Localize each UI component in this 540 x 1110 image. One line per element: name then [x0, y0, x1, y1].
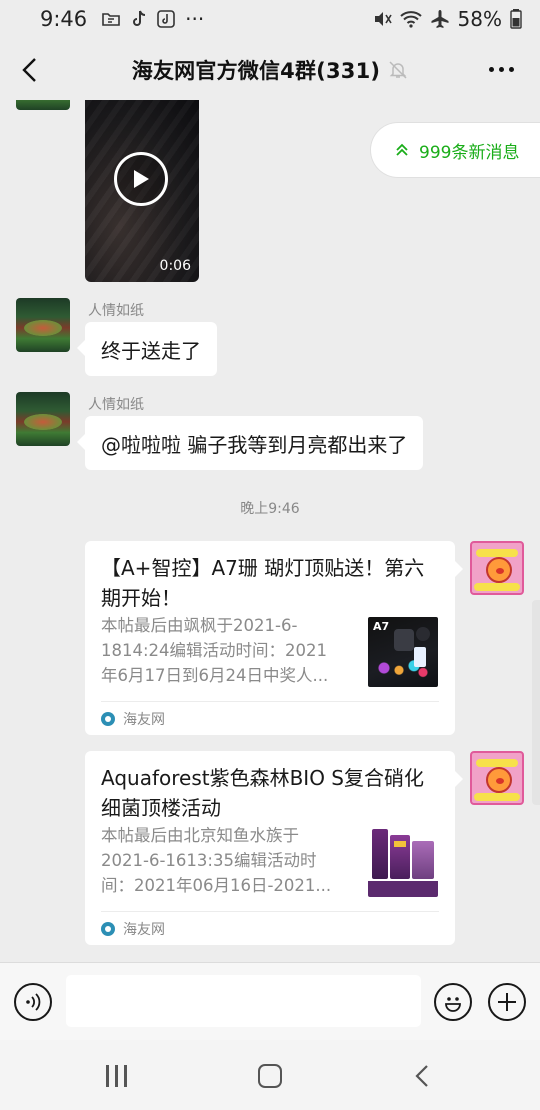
- card-thumbnail: [368, 827, 438, 897]
- voice-button[interactable]: [14, 983, 52, 1021]
- video-duration: 0:06: [159, 258, 191, 274]
- new-messages-label: 999条新消息: [419, 142, 520, 163]
- card-title: 【A+智控】A7珊 瑚灯顶贴送！第六期开始！: [101, 556, 425, 610]
- more-options-button[interactable]: [484, 54, 518, 84]
- emoji-button[interactable]: [434, 983, 472, 1021]
- message-text: @啦啦啦 骗子我等到月亮都出来了: [101, 432, 408, 457]
- more-horizontal-icon: [488, 66, 494, 72]
- status-bar: 9:46 ··· 58%: [0, 0, 540, 38]
- tiktok-square-icon: [157, 10, 175, 28]
- wifi-icon: [399, 10, 422, 28]
- new-messages-button[interactable]: 999条新消息: [371, 123, 540, 177]
- back-button[interactable]: [14, 52, 44, 88]
- folder-icon: [101, 10, 121, 28]
- source-logo-icon: [101, 712, 115, 726]
- status-right: 58%: [372, 7, 522, 31]
- card-description: 本帖最后由北京知鱼水族于 2021-6-1613:35编辑活动时 间：2021年…: [101, 826, 332, 895]
- source-name: 海友网: [123, 712, 165, 728]
- divider: [101, 701, 439, 702]
- card-thumbnail: A7: [368, 617, 438, 687]
- chat-area[interactable]: 0:06 999条新消息 人情如纸 终于送走了 人情如纸 @啦啦啦 骗子我等到月…: [0, 100, 540, 962]
- recent-apps-icon[interactable]: [106, 1065, 132, 1087]
- chevron-left-icon: [22, 58, 36, 82]
- more-dots-icon: ···: [185, 7, 205, 31]
- link-card[interactable]: Aquaforest紫色森林BIO S复合硝化细菌顶楼活动 本帖最后由北京知鱼水…: [85, 751, 463, 945]
- card-description: 本帖最后由飒枫于2021-6- 1814:24编辑活动时间：2021 年6月17…: [101, 616, 329, 685]
- avatar[interactable]: [470, 751, 524, 805]
- time-separator: 晚上9:46: [240, 501, 300, 517]
- card-title: Aquaforest紫色森林BIO S复合硝化细菌顶楼活动: [101, 766, 424, 820]
- chat-title[interactable]: 海友网官方微信4群(331): [132, 55, 380, 85]
- play-icon[interactable]: [114, 152, 168, 206]
- source-logo-icon: [101, 922, 115, 936]
- video-message[interactable]: 0:06: [85, 100, 199, 282]
- tiktok-icon: [131, 10, 147, 28]
- card-source: 海友网: [101, 919, 165, 939]
- avatar[interactable]: [470, 541, 524, 595]
- message-bubble[interactable]: @啦啦啦 骗子我等到月亮都出来了: [76, 416, 424, 470]
- input-bar: [0, 962, 540, 1040]
- sender-name: 人情如纸: [88, 397, 144, 413]
- plus-button[interactable]: [488, 983, 526, 1021]
- mute-icon: [372, 9, 392, 29]
- card-source: 海友网: [101, 709, 165, 729]
- message-input[interactable]: [66, 975, 421, 1027]
- link-card[interactable]: 【A+智控】A7珊 瑚灯顶贴送！第六期开始！ 本帖最后由飒枫于2021-6- 1…: [85, 541, 463, 735]
- status-left-icons: ···: [101, 7, 204, 31]
- avatar[interactable]: [16, 298, 70, 352]
- chat-header: 海友网官方微信4群(331): [0, 40, 540, 100]
- bell-off-icon: [388, 60, 408, 80]
- battery-percent: 58%: [457, 7, 502, 31]
- message-bubble[interactable]: 终于送走了: [77, 322, 217, 376]
- plus-circle-icon: [498, 993, 516, 1011]
- home-icon[interactable]: [258, 1064, 282, 1088]
- divider: [101, 911, 439, 912]
- battery-icon: [510, 9, 522, 29]
- airplane-icon: [430, 9, 450, 29]
- scrollbar[interactable]: [532, 600, 540, 805]
- back-icon[interactable]: [410, 1062, 434, 1090]
- emoji-icon: [445, 997, 461, 1012]
- message-text: 终于送走了: [101, 338, 201, 363]
- double-chevron-up-icon: [396, 143, 408, 156]
- avatar[interactable]: [16, 100, 70, 110]
- system-nav-bar: [0, 1040, 540, 1110]
- status-time: 9:46: [40, 7, 88, 31]
- voice-icon: [26, 993, 41, 1011]
- sender-name: 人情如纸: [88, 303, 144, 319]
- avatar[interactable]: [16, 392, 70, 446]
- source-name: 海友网: [123, 922, 165, 938]
